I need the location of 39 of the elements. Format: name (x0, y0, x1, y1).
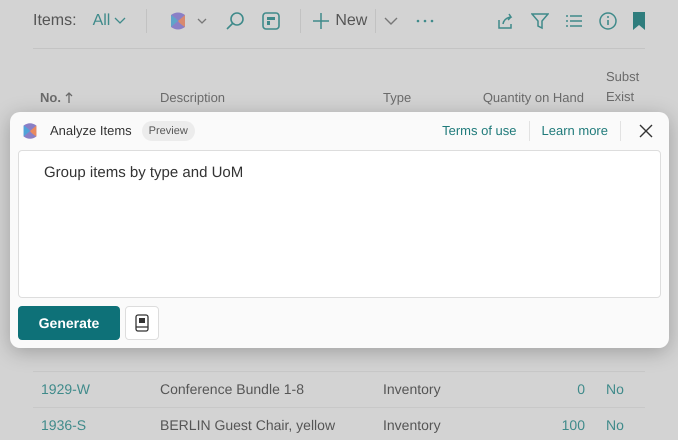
chevron-down-icon[interactable] (197, 17, 208, 25)
column-header[interactable]: No. (40, 88, 61, 107)
table-cell-text: Conference Bundle 1-8 (160, 380, 305, 399)
prompt-guide-button[interactable] (125, 306, 159, 340)
table-cell-text: Inventory (383, 416, 442, 435)
layout-icon[interactable] (262, 12, 280, 30)
column-header[interactable]: Quantity on Hand (482, 88, 584, 107)
quantity-link[interactable]: 0 (473, 379, 585, 400)
plus-icon (313, 13, 330, 29)
chevron-down-icon[interactable] (384, 16, 398, 26)
column-header[interactable]: Subst Exist (606, 67, 640, 107)
search-icon[interactable] (225, 11, 246, 31)
column-header[interactable]: Description (160, 88, 226, 107)
filter-icon[interactable] (531, 12, 549, 30)
new-button[interactable]: New (313, 9, 368, 33)
prompt-field[interactable]: Group items by type and UoM (18, 150, 661, 298)
dialog-link[interactable]: Terms of use (442, 121, 517, 141)
dialog-title: Analyze Items (50, 122, 132, 140)
share-icon[interactable] (497, 12, 515, 30)
more-icon[interactable] (416, 19, 434, 23)
item-number-link[interactable]: 1936-S (33, 415, 160, 436)
substitutes-link[interactable]: No (585, 379, 635, 400)
info-icon[interactable] (599, 12, 617, 30)
column-header[interactable]: Type (383, 88, 412, 107)
generate-button[interactable]: Generate (18, 306, 120, 340)
book-icon (135, 314, 149, 332)
substitutes-link[interactable]: No (585, 415, 635, 436)
quantity-link[interactable]: 100 (473, 415, 585, 436)
list-icon[interactable] (565, 14, 583, 28)
dialog-link[interactable]: Learn more (542, 121, 608, 141)
item-number-link[interactable]: 1929-W (33, 379, 160, 400)
close-icon[interactable] (639, 124, 653, 138)
page-title: Items: (33, 11, 77, 31)
preview-badge: Preview (142, 120, 195, 142)
bookmark-icon[interactable] (633, 12, 645, 30)
view-selector[interactable]: All (92, 9, 126, 33)
table-cell-text: BERLIN Guest Chair, yellow (160, 416, 336, 435)
chevron-down-icon (114, 17, 126, 25)
table-cell-text: Inventory (383, 380, 442, 399)
